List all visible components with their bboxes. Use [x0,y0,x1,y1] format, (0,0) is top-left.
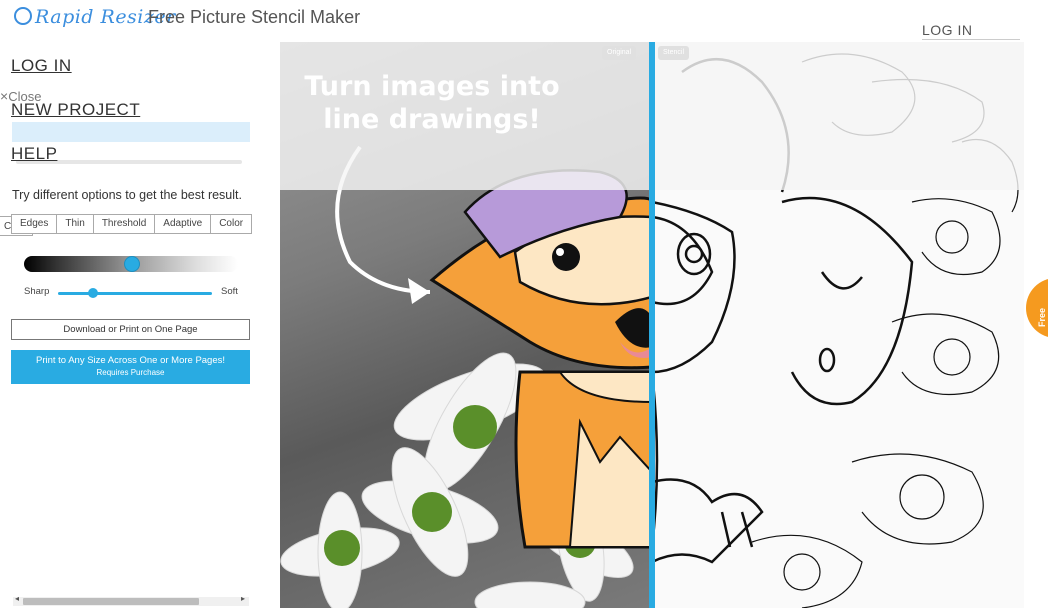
tab-edges[interactable]: Edges [12,215,58,233]
tab-adaptive[interactable]: Adaptive [155,215,212,233]
page-title: Free Picture Stencil Maker [148,7,361,27]
sharpness-slider-knob[interactable] [88,288,99,298]
download-button[interactable]: Download or Print on One Page [11,319,250,340]
stencil-badge: Stencil [658,46,690,60]
sharp-label: Sharp [24,286,50,297]
headline-line-2: line drawings! [323,104,541,135]
menu-help[interactable]: HELP [11,144,57,164]
menu-new-project[interactable]: NEW PROJECT [11,100,140,120]
header-divider [922,39,1020,40]
headline-line-1: Turn images into [304,71,560,102]
header-login-link[interactable]: LOG IN [922,22,972,38]
hint-text: Try different options to get the best re… [12,188,242,202]
faint-select-button [12,122,250,142]
scroll-left-icon[interactable]: ◂ [15,594,19,603]
logo-icon [14,7,32,25]
free-tools-tab[interactable]: Free Tools [1026,278,1048,338]
original-badge: Original [602,46,637,60]
comparison-divider[interactable] [649,42,655,608]
preview-image: Original Stencil Turn images into line d… [280,42,1024,608]
print-button-sublabel: Requires Purchase [96,368,165,377]
free-tools-label: Free Tools [1037,304,1048,327]
app-header: Rapid Resizer Free Picture Stencil Maker… [0,0,1048,42]
sidebar: LOG IN ×Close NEW PROJECT HELP Try diffe… [0,42,262,608]
scroll-right-icon[interactable]: ▸ [241,594,245,603]
tab-threshold[interactable]: Threshold [94,215,156,233]
menu-login[interactable]: LOG IN [11,56,72,76]
gradient-slider-knob[interactable] [124,256,140,272]
headline: Turn images into line drawings! [302,70,562,136]
soft-label: Soft [221,286,238,297]
print-button[interactable]: Print to Any Size Across One or More Pag… [11,350,250,384]
filter-tabs: Edges Thin Threshold Adaptive Color [11,214,253,234]
tab-thin[interactable]: Thin [57,215,94,233]
scrollbar-thumb[interactable] [23,598,199,605]
horizontal-scrollbar[interactable]: ◂ ▸ [13,594,249,606]
sharpness-slider[interactable] [58,292,212,295]
tab-color[interactable]: Color [211,215,251,233]
print-button-label: Print to Any Size Across One or More Pag… [35,355,226,366]
